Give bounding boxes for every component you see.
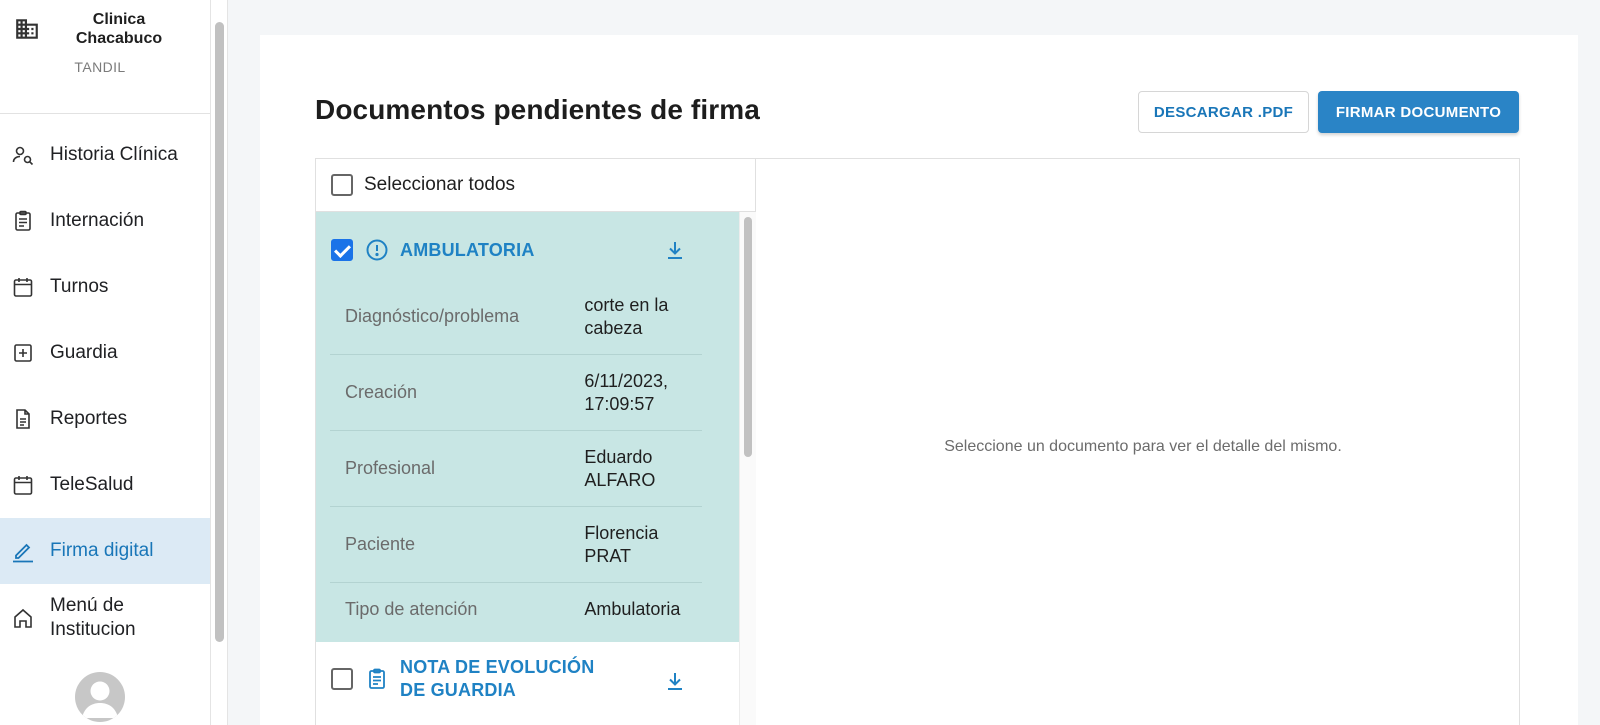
document-detail-pane: Seleccione un documento para ver el deta…	[757, 159, 1520, 725]
select-all-row[interactable]: Seleccionar todos	[316, 159, 756, 212]
clipboard-icon	[365, 667, 389, 691]
documents-list-column: Seleccionar todos AMBULATORIA Diagnóstic…	[316, 159, 756, 725]
table-row: Tipo de atención Ambulatoria	[330, 583, 702, 635]
sidebar-scrollbar-thumb[interactable]	[215, 22, 224, 642]
field-label: Tipo de atención	[345, 598, 478, 619]
field-value: 6/11/2023, 17:09:57	[584, 370, 669, 414]
document-title[interactable]: AMBULATORIA	[400, 239, 535, 262]
document-icon	[10, 406, 36, 432]
main-card: Documentos pendientes de firma DESCARGAR…	[260, 35, 1578, 725]
field-value: corte en la cabeza	[584, 294, 669, 338]
table-row: Profesional Eduardo ALFARO	[330, 431, 702, 507]
sidebar-item-label: Firma digital	[50, 540, 154, 561]
documents-list: AMBULATORIA Diagnóstico/problema corte e…	[316, 212, 756, 725]
field-label: Diagnóstico/problema	[345, 306, 520, 326]
calendar-icon	[10, 472, 36, 498]
sidebar-item-reportes[interactable]: Reportes	[0, 386, 210, 452]
document-checkbox[interactable]	[331, 239, 353, 261]
document-title[interactable]: NOTA DE EVOLUCIÓN DE GUARDIA	[400, 656, 620, 702]
sidebar-item-label: Guardia	[50, 342, 118, 363]
document-checkbox[interactable]	[331, 668, 353, 690]
download-icon[interactable]	[663, 238, 687, 262]
sidebar-item-internacion[interactable]: Internación	[0, 188, 210, 254]
sidebar-item-firma-digital[interactable]: Firma digital	[0, 518, 210, 584]
sidebar-item-guardia[interactable]: Guardia	[0, 320, 210, 386]
page-title: Documentos pendientes de firma	[315, 94, 760, 125]
table-row: Creación 6/11/2023, 17:09:57	[330, 355, 702, 431]
institution-name: Clinica Chacabuco	[75, 11, 163, 47]
sidebar-nav: Historia Clínica Internación Turnos Guar…	[0, 122, 210, 652]
alert-circle-icon	[365, 238, 389, 262]
empty-detail-message: Seleccione un documento para ver el deta…	[944, 437, 1342, 455]
sidebar-item-label: Historia Clínica	[50, 144, 178, 165]
document-details-table: Diagnóstico/problema corte en la cabeza …	[330, 279, 702, 635]
field-label: Profesional	[345, 458, 436, 478]
documents-panel: Seleccionar todos AMBULATORIA Diagnóstic…	[315, 158, 1520, 725]
sign-document-button[interactable]: FIRMAR DOCUMENTO	[1318, 91, 1519, 133]
field-value: Florencia PRAT	[584, 522, 659, 566]
sidebar-item-turnos[interactable]: Turnos	[0, 254, 210, 320]
home-icon	[10, 605, 36, 631]
table-row: Diagnóstico/problema corte en la cabeza	[330, 279, 702, 355]
sidebar-item-historia-clinica[interactable]: Historia Clínica	[0, 122, 210, 188]
list-scrollbar[interactable]	[739, 212, 756, 725]
field-label: Creación	[345, 382, 418, 402]
calendar-icon	[10, 274, 36, 300]
field-value: Eduardo ALFARO	[584, 446, 656, 490]
field-value: Ambulatoria	[584, 598, 681, 619]
list-item[interactable]: NOTA DE EVOLUCIÓN DE GUARDIA	[316, 642, 739, 725]
avatar[interactable]	[75, 672, 125, 722]
sidebar-scrollbar[interactable]	[211, 0, 228, 725]
sidebar-item-label: Turnos	[50, 276, 109, 297]
institution-header: Clinica Chacabuco TANDIL	[0, 0, 210, 114]
sidebar-item-label: Internación	[50, 210, 145, 231]
list-scrollbar-thumb[interactable]	[744, 217, 752, 457]
pen-icon	[10, 538, 36, 564]
building-icon	[14, 16, 40, 42]
download-pdf-button[interactable]: DESCARGAR .PDF	[1138, 91, 1309, 133]
clipboard-icon	[10, 208, 36, 234]
sidebar-item-label: Menú de Institucion	[50, 595, 136, 640]
institution-city: TANDIL	[74, 59, 126, 75]
select-all-label: Seleccionar todos	[364, 174, 516, 195]
select-all-checkbox[interactable]	[331, 174, 353, 196]
person-search-icon	[10, 142, 36, 168]
sidebar: Clinica Chacabuco TANDIL Historia Clínic…	[0, 0, 211, 725]
plus-square-icon	[10, 340, 36, 366]
sidebar-item-label: Reportes	[50, 408, 128, 429]
table-row: Paciente Florencia PRAT	[330, 507, 702, 583]
sidebar-item-menu-institucion[interactable]: Menú de Institucion	[0, 584, 210, 652]
field-label: Paciente	[345, 534, 416, 554]
list-item[interactable]: AMBULATORIA Diagnóstico/problema corte e…	[316, 212, 739, 642]
sidebar-item-label: TeleSalud	[50, 474, 134, 495]
download-icon[interactable]	[663, 669, 687, 693]
sidebar-item-telesalud[interactable]: TeleSalud	[0, 452, 210, 518]
